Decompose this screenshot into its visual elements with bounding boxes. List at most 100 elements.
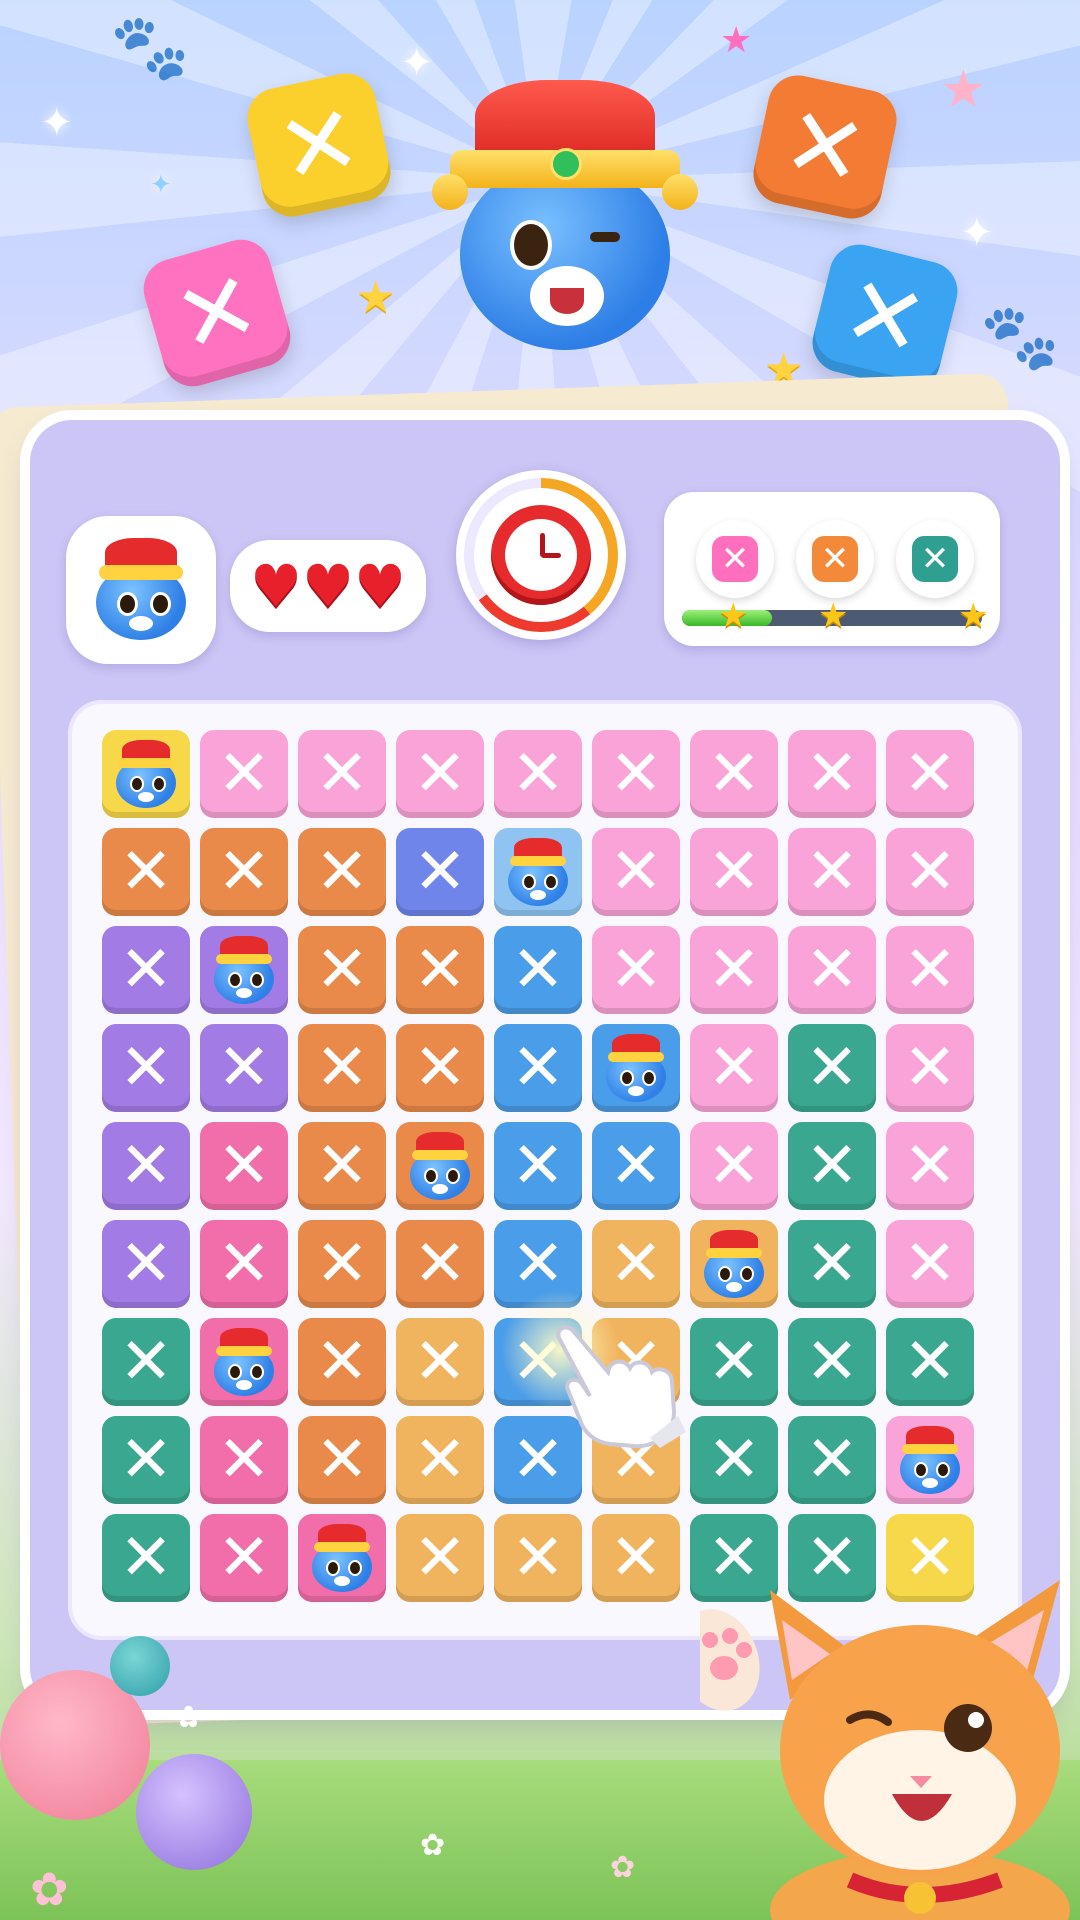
x-tile[interactable]: ✕ xyxy=(886,1220,974,1308)
x-tile[interactable]: ✕ xyxy=(298,1416,386,1504)
x-tile[interactable]: ✕ xyxy=(102,828,190,916)
x-tile[interactable]: ✕ xyxy=(200,1220,288,1308)
x-tile[interactable]: ✕ xyxy=(494,1514,582,1602)
sparkle-icon: ✦ xyxy=(400,40,434,86)
progress-star-icon: ★ xyxy=(818,596,849,636)
tutorial-hand-pointer-icon xyxy=(556,1325,686,1449)
cat-special-tile[interactable] xyxy=(592,1024,680,1112)
x-tile[interactable]: ✕ xyxy=(690,926,778,1014)
x-tile[interactable]: ✕ xyxy=(788,1220,876,1308)
x-tile[interactable]: ✕ xyxy=(396,926,484,1014)
orange-cat-mascot-icon xyxy=(700,1580,1070,1920)
x-tile[interactable]: ✕ xyxy=(494,1122,582,1210)
x-tile[interactable]: ✕ xyxy=(788,1416,876,1504)
x-tile[interactable]: ✕ xyxy=(788,828,876,916)
x-tile[interactable]: ✕ xyxy=(298,1122,386,1210)
cat-special-tile[interactable] xyxy=(886,1416,974,1504)
flower-icon: ✿ xyxy=(420,1828,446,1863)
x-tile[interactable]: ✕ xyxy=(886,926,974,1014)
x-tile[interactable]: ✕ xyxy=(494,926,582,1014)
x-tile[interactable]: ✕ xyxy=(690,1318,778,1406)
x-tile[interactable]: ✕ xyxy=(396,1318,484,1406)
cat-special-tile[interactable] xyxy=(298,1514,386,1602)
tile-grid: ✕ ✕ ✕ ✕ ✕ ✕ ✕ ✕ ✕ ✕ ✕ ✕ ✕ ✕ ✕ ✕ ✕ ✕ ✕ ✕ ✕ ✕ ✕ ✕ ✕ ✕ ✕ ✕ ✕ ✕ ✕ ✕ ✕ ✕ ✕ ✕ ✕ ✕ ✕ ✕… xyxy=(68,700,1022,1640)
x-tile[interactable]: ✕ xyxy=(200,730,288,818)
x-tile[interactable]: ✕ xyxy=(592,828,680,916)
teal-yarn-ball-icon xyxy=(110,1636,170,1696)
x-tile[interactable]: ✕ xyxy=(200,1024,288,1112)
x-tile[interactable]: ✕ xyxy=(102,926,190,1014)
timer-panel xyxy=(456,470,626,640)
progress-star-icon: ★ xyxy=(718,596,749,636)
x-tile[interactable]: ✕ xyxy=(396,1220,484,1308)
cat-special-tile[interactable] xyxy=(396,1122,484,1210)
x-tile[interactable]: ✕ xyxy=(298,1024,386,1112)
x-tile[interactable]: ✕ xyxy=(102,1416,190,1504)
x-tile[interactable]: ✕ xyxy=(592,730,680,818)
x-tile[interactable]: ✕ xyxy=(886,730,974,818)
cat-face-icon xyxy=(206,1324,282,1400)
x-tile[interactable]: ✕ xyxy=(690,1416,778,1504)
x-tile[interactable]: ✕ xyxy=(886,1318,974,1406)
x-tile[interactable]: ✕ xyxy=(102,1122,190,1210)
x-tile[interactable]: ✕ xyxy=(690,1122,778,1210)
x-tile[interactable]: ✕ xyxy=(396,1514,484,1602)
star-decoration-icon: ★ xyxy=(940,60,987,120)
x-tile[interactable]: ✕ xyxy=(690,1024,778,1112)
cat-special-tile[interactable] xyxy=(102,730,190,818)
x-tile[interactable]: ✕ xyxy=(494,1024,582,1112)
x-tile[interactable]: ✕ xyxy=(396,1024,484,1112)
x-tile[interactable]: ✕ xyxy=(200,1514,288,1602)
goal-pink-x: ✕ xyxy=(696,520,774,598)
x-tile[interactable]: ✕ xyxy=(396,828,484,916)
x-tile[interactable]: ✕ xyxy=(298,1318,386,1406)
x-tile[interactable]: ✕ xyxy=(102,1514,190,1602)
x-tile[interactable]: ✕ xyxy=(788,1122,876,1210)
star-decoration-icon: ★ xyxy=(720,20,753,61)
lives-panel: ♥♥♥ xyxy=(230,540,426,632)
cat-special-tile[interactable] xyxy=(690,1220,778,1308)
x-tile[interactable]: ✕ xyxy=(886,828,974,916)
x-tile[interactable]: ✕ xyxy=(494,730,582,818)
paw-print-icon: 🐾 xyxy=(110,11,190,85)
x-tile[interactable]: ✕ xyxy=(200,1416,288,1504)
orange-x-icon: ✕ xyxy=(812,536,858,582)
x-tile[interactable]: ✕ xyxy=(102,1220,190,1308)
x-tile[interactable]: ✕ xyxy=(592,1122,680,1210)
x-tile[interactable]: ✕ xyxy=(298,730,386,818)
x-tile[interactable]: ✕ xyxy=(102,1024,190,1112)
player-avatar[interactable] xyxy=(66,516,216,664)
sparkle-icon: ✦ xyxy=(40,100,74,146)
cat-special-tile[interactable] xyxy=(200,926,288,1014)
cat-face-icon xyxy=(108,736,184,812)
x-tile[interactable]: ✕ xyxy=(788,1318,876,1406)
x-tile[interactable]: ✕ xyxy=(298,926,386,1014)
x-tile[interactable]: ✕ xyxy=(690,730,778,818)
x-tile[interactable]: ✕ xyxy=(298,1220,386,1308)
x-tile[interactable]: ✕ xyxy=(298,828,386,916)
x-tile[interactable]: ✕ xyxy=(788,1024,876,1112)
cat-face-icon xyxy=(598,1030,674,1106)
x-tile[interactable]: ✕ xyxy=(396,730,484,818)
x-tile[interactable]: ✕ xyxy=(690,828,778,916)
cat-special-tile[interactable] xyxy=(494,828,582,916)
cat-special-tile[interactable] xyxy=(200,1318,288,1406)
x-tile[interactable]: ✕ xyxy=(788,926,876,1014)
x-tile[interactable]: ✕ xyxy=(396,1416,484,1504)
cat-face-icon xyxy=(304,1520,380,1596)
goal-teal-x: ✕ xyxy=(896,520,974,598)
x-tile[interactable]: ✕ xyxy=(886,1122,974,1210)
orange-x-badge-icon: ✕ xyxy=(747,69,903,225)
sparkle-icon: ✦ xyxy=(960,210,994,256)
cat-face-icon xyxy=(500,834,576,910)
x-tile[interactable]: ✕ xyxy=(592,1220,680,1308)
x-tile[interactable]: ✕ xyxy=(102,1318,190,1406)
x-tile[interactable]: ✕ xyxy=(592,1514,680,1602)
purple-yarn-ball-icon xyxy=(136,1754,252,1870)
x-tile[interactable]: ✕ xyxy=(592,926,680,1014)
mascot-cat-icon xyxy=(430,70,700,370)
x-tile[interactable]: ✕ xyxy=(886,1024,974,1112)
x-tile[interactable]: ✕ xyxy=(200,1122,288,1210)
x-tile[interactable]: ✕ xyxy=(788,730,876,818)
x-tile[interactable]: ✕ xyxy=(200,828,288,916)
